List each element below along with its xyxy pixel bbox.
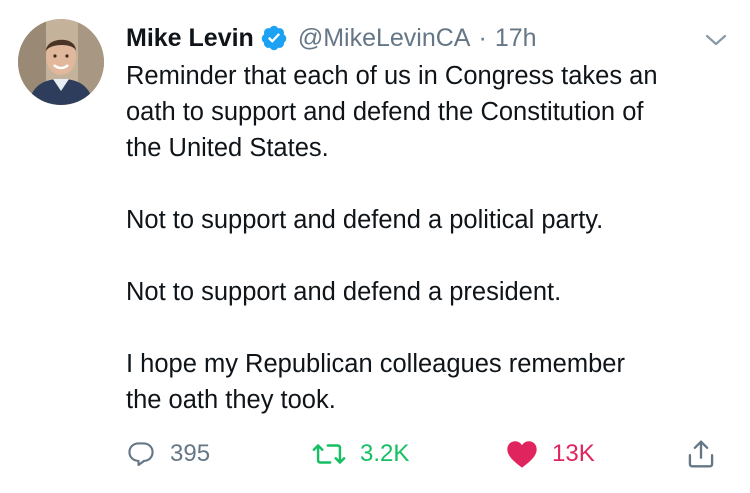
tweet-text-line: the United States. (126, 134, 329, 162)
retweet-count: 3.2K (360, 440, 410, 467)
retweet-icon (312, 439, 346, 469)
share-button[interactable] (686, 432, 716, 476)
verified-badge-icon (260, 24, 288, 52)
retweet-button[interactable]: 3.2K (312, 432, 409, 476)
reply-button[interactable]: 395 (126, 432, 210, 476)
share-icon (686, 438, 716, 470)
tweet-text-line: I hope my Republican colleagues remember (126, 350, 625, 378)
like-button[interactable]: 13K (506, 432, 595, 476)
tweet-text-line: the oath they took. (126, 386, 336, 414)
tweet-header: Mike Levin @MikeLevinCA · 17h (126, 19, 537, 57)
tweet-actions: 395 3.2K 13K (126, 432, 738, 476)
separator-dot: · (478, 23, 487, 52)
reply-count: 395 (170, 440, 211, 467)
tweet-text-line: Not to support and defend a political pa… (126, 206, 604, 234)
like-count: 13K (552, 440, 595, 467)
tweet-text-line: Reminder that each of us in Congress tak… (126, 62, 658, 90)
avatar[interactable] (18, 19, 104, 105)
tweet-text-line: Not to support and defend a president. (126, 278, 562, 306)
tweet-text: Reminder that each of us in Congress tak… (126, 58, 736, 418)
author-name[interactable]: Mike Levin (126, 24, 254, 53)
reply-bubble-icon (126, 439, 156, 469)
chevron-down-icon[interactable] (704, 28, 728, 52)
tweet[interactable]: Mike Levin @MikeLevinCA · 17h Reminder t… (0, 0, 750, 493)
timestamp[interactable]: 17h (495, 24, 537, 53)
previous-tweet-edge (0, 0, 750, 4)
author-handle[interactable]: @MikeLevinCA (298, 24, 471, 53)
tweet-text-line: oath to support and defend the Constitut… (126, 98, 644, 126)
heart-icon (506, 439, 538, 469)
